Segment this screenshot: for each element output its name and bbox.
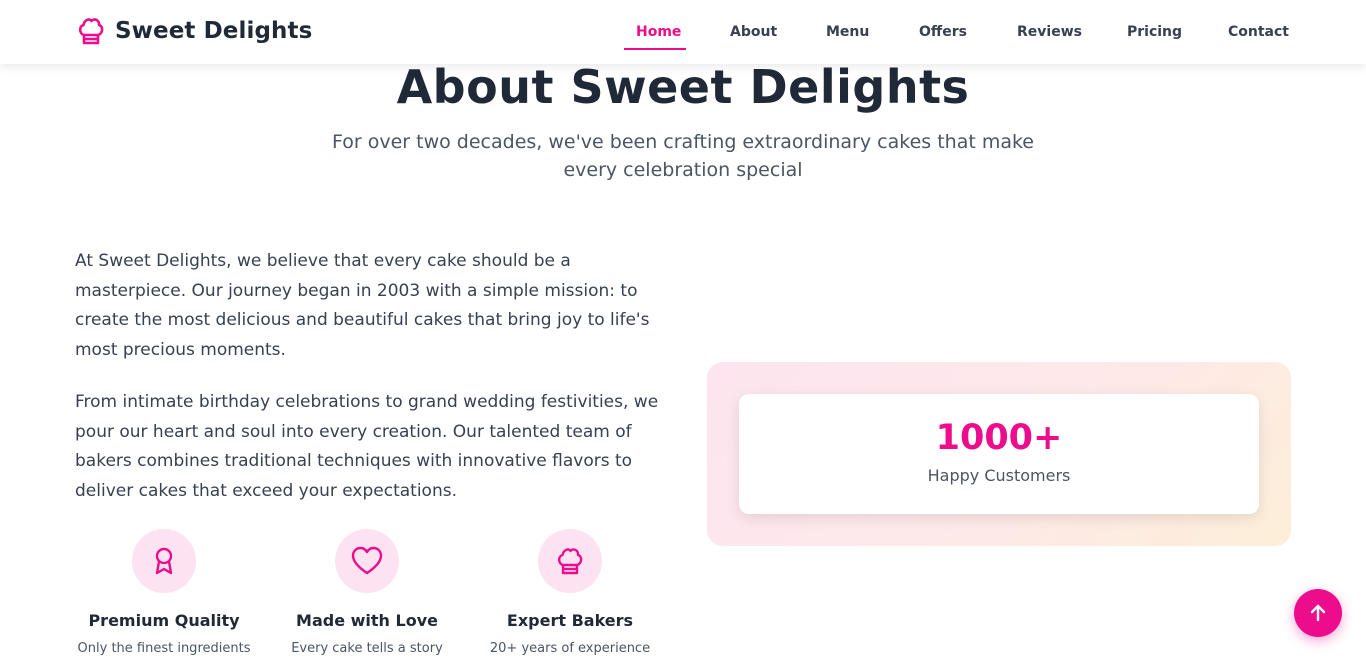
feature-desc: Only the finest ingredients [77,641,251,656]
about-paragraph-2: From intimate birthday celebrations to g… [75,392,659,501]
nav-about[interactable]: About [730,0,777,64]
nav-menu[interactable]: Menu [826,0,869,64]
feature-title: Premium Quality [88,611,240,630]
about-title: About Sweet Delights [396,60,970,114]
feature-icon-circle [335,529,399,593]
feature-premium-quality: Premium Quality Only the finest ingredie… [74,529,254,656]
nav-reviews[interactable]: Reviews [1017,0,1082,64]
scroll-to-top-button[interactable] [1294,589,1342,637]
about-subtitle: For over two decades, we've been craftin… [332,131,1034,181]
stats-panel: 1000+ Happy Customers [707,362,1291,546]
nav-offers[interactable]: Offers [919,0,967,64]
feature-title: Expert Bakers [506,611,634,630]
main-nav: Home About Menu Offers Reviews Pricing C… [0,0,1366,64]
chef-hat-icon [557,548,583,575]
feature-icon-circle [132,529,196,593]
feature-made-with-love: Made with Love Every cake tells a story [277,529,457,656]
heart-icon [351,546,383,575]
stat-number: 1000+ [935,418,1063,458]
stats-card: 1000+ Happy Customers [739,394,1259,514]
feature-desc: 20+ years of experience [489,641,651,656]
feature-icon-circle [538,529,602,593]
nav-contact[interactable]: Contact [1228,0,1289,64]
arrow-up-icon [1310,604,1326,622]
about-paragraph-1: At Sweet Delights, we believe that every… [75,251,650,360]
feature-title: Made with Love [296,611,438,630]
feature-expert-bakers: Expert Bakers 20+ years of experience [480,529,660,656]
nav-active-indicator [624,48,686,50]
stat-label: Happy Customers [927,466,1071,485]
award-ribbon-icon [155,547,173,575]
site-header: Sweet Delights Home About Menu Offers Re… [0,0,1366,64]
nav-home[interactable]: Home [636,0,681,64]
nav-pricing[interactable]: Pricing [1127,0,1182,64]
feature-desc: Every cake tells a story [291,641,443,656]
